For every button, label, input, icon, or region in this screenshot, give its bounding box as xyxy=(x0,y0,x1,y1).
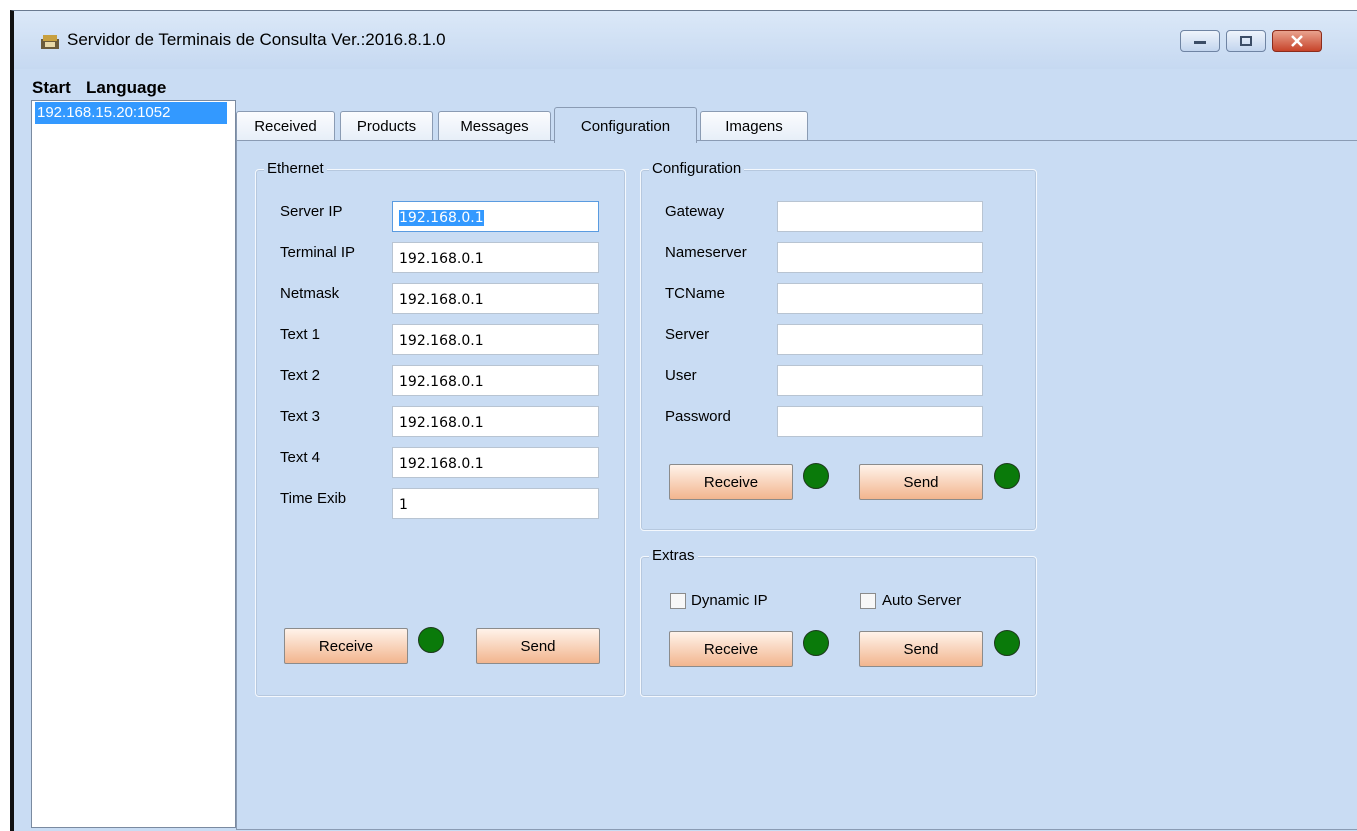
configuration-group: Configuration Gateway Nameserver TCName … xyxy=(640,160,1037,531)
server-input[interactable] xyxy=(777,324,983,355)
tab-imagens[interactable]: Imagens xyxy=(700,111,808,141)
configuration-group-title: Configuration xyxy=(649,160,745,177)
extras-receive-status-led xyxy=(803,630,829,656)
text-3-input[interactable]: 192.168.0.1 xyxy=(392,406,599,437)
close-icon xyxy=(1291,35,1303,47)
close-button[interactable] xyxy=(1272,30,1322,52)
server-ip-value: 192.168.0.1 xyxy=(399,210,484,226)
menu-language[interactable]: Language xyxy=(86,78,166,98)
left-edge xyxy=(0,0,10,830)
user-label: User xyxy=(665,367,697,384)
gateway-label: Gateway xyxy=(665,203,725,220)
time-exib-input[interactable]: 1 xyxy=(392,488,599,519)
auto-server-label: Auto Server xyxy=(882,592,962,609)
tab-received[interactable]: Received xyxy=(236,111,335,141)
tcname-label: TCName xyxy=(665,285,726,302)
user-input[interactable] xyxy=(777,365,983,396)
nameserver-label: Nameserver xyxy=(665,244,747,261)
tab-products[interactable]: Products xyxy=(340,111,433,141)
netmask-input[interactable]: 192.168.0.1 xyxy=(392,283,599,314)
extras-group: Extras Dynamic IP Auto Server Receive Se… xyxy=(640,547,1037,697)
minimize-button[interactable] xyxy=(1180,30,1220,52)
terminal-ip-label: Terminal IP xyxy=(280,244,356,261)
menu-bar: Start Language xyxy=(14,69,1357,97)
dynamic-ip-label: Dynamic IP xyxy=(691,592,768,609)
app-icon xyxy=(41,35,59,49)
title-bar: Servidor de Terminais de Consulta Ver.:2… xyxy=(14,11,1357,69)
extras-receive-button[interactable]: Receive xyxy=(669,631,793,667)
text-4-label: Text 4 xyxy=(280,449,321,466)
password-input[interactable] xyxy=(777,406,983,437)
auto-server-checkbox[interactable] xyxy=(860,593,876,609)
ethernet-status-led xyxy=(418,627,444,653)
connection-list[interactable]: 192.168.15.20:1052 xyxy=(31,100,236,828)
connection-item[interactable]: 192.168.15.20:1052 xyxy=(35,102,227,124)
nameserver-input[interactable] xyxy=(777,242,983,273)
ethernet-group: Ethernet Server IP 192.168.0.1 Terminal … xyxy=(255,160,626,697)
dynamic-ip-checkbox[interactable] xyxy=(670,593,686,609)
time-exib-label: Time Exib xyxy=(280,490,347,507)
ethernet-group-title: Ethernet xyxy=(264,160,327,177)
server-ip-input[interactable]: 192.168.0.1 xyxy=(392,201,599,232)
text-2-label: Text 2 xyxy=(280,367,321,384)
password-label: Password xyxy=(665,408,731,425)
tcname-input[interactable] xyxy=(777,283,983,314)
maximize-button[interactable] xyxy=(1226,30,1266,52)
text-1-input[interactable]: 192.168.0.1 xyxy=(392,324,599,355)
maximize-icon xyxy=(1240,36,1252,46)
text-1-label: Text 1 xyxy=(280,326,321,343)
configuration-send-status-led xyxy=(994,463,1020,489)
configuration-send-button[interactable]: Send xyxy=(859,464,983,500)
extras-group-title: Extras xyxy=(649,547,698,564)
netmask-label: Netmask xyxy=(280,285,340,302)
configuration-receive-status-led xyxy=(803,463,829,489)
tab-configuration[interactable]: Configuration xyxy=(554,107,697,143)
extras-send-button[interactable]: Send xyxy=(859,631,983,667)
minimize-icon xyxy=(1194,41,1206,44)
text-4-input[interactable]: 192.168.0.1 xyxy=(392,447,599,478)
configuration-receive-button[interactable]: Receive xyxy=(669,464,793,500)
ethernet-send-button[interactable]: Send xyxy=(476,628,600,664)
text-2-input[interactable]: 192.168.0.1 xyxy=(392,365,599,396)
text-3-label: Text 3 xyxy=(280,408,321,425)
window-title: Servidor de Terminais de Consulta Ver.:2… xyxy=(67,30,446,49)
gateway-input[interactable] xyxy=(777,201,983,232)
ethernet-receive-button[interactable]: Receive xyxy=(284,628,408,664)
app-window: Servidor de Terminais de Consulta Ver.:2… xyxy=(10,10,1357,831)
menu-start[interactable]: Start xyxy=(32,78,71,98)
tab-messages[interactable]: Messages xyxy=(438,111,551,141)
server-ip-label: Server IP xyxy=(280,203,343,220)
extras-send-status-led xyxy=(994,630,1020,656)
terminal-ip-input[interactable]: 192.168.0.1 xyxy=(392,242,599,273)
tab-panel-configuration: Ethernet Server IP 192.168.0.1 Terminal … xyxy=(236,140,1357,830)
server-label: Server xyxy=(665,326,710,343)
